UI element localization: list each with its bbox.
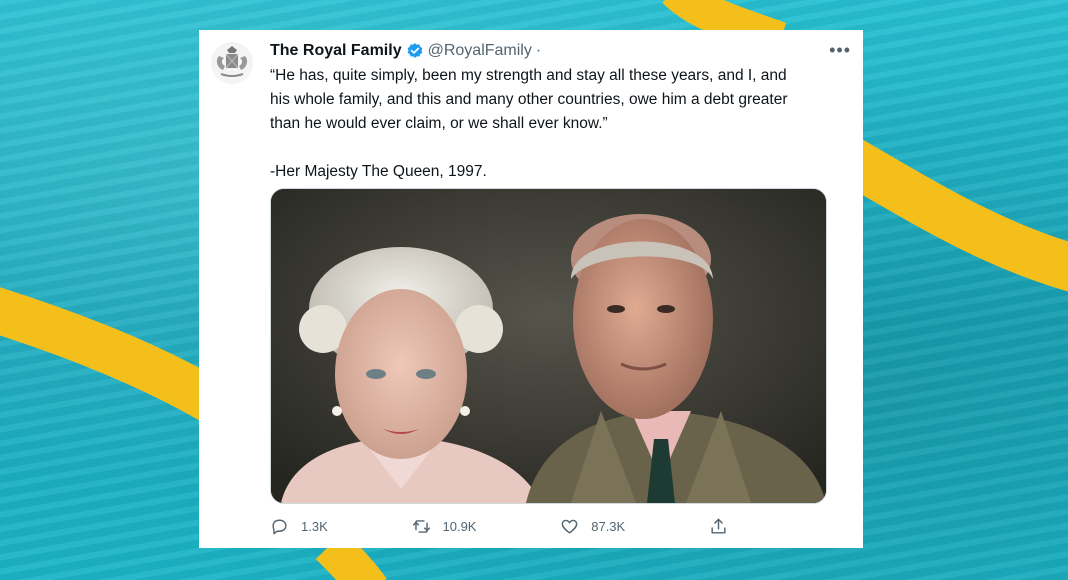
retweet-button[interactable]: 10.9K (412, 517, 477, 536)
avatar[interactable] (211, 42, 253, 84)
verified-badge-icon (406, 42, 424, 60)
royal-crest-icon (211, 42, 253, 84)
reply-count: 1.3K (301, 518, 328, 534)
tweet-header: The Royal Family @RoyalFamily · ••• (270, 40, 851, 62)
tweet-actions: 1.3K 10.9K 87.3K (270, 514, 740, 538)
retweet-count: 10.9K (442, 518, 477, 534)
user-handle[interactable]: @RoyalFamily (428, 42, 532, 60)
display-name[interactable]: The Royal Family (270, 42, 402, 60)
like-button[interactable]: 87.3K (560, 517, 625, 536)
share-button[interactable] (709, 517, 740, 536)
tweet-photo[interactable] (270, 188, 827, 504)
more-horizontal-icon[interactable]: ••• (829, 40, 851, 61)
share-icon (711, 518, 726, 534)
tweet-card[interactable]: The Royal Family @RoyalFamily · ••• “He … (199, 30, 863, 548)
like-count: 87.3K (591, 518, 626, 534)
retweet-icon (412, 519, 430, 533)
reply-icon (272, 518, 287, 534)
reply-button[interactable]: 1.3K (270, 517, 328, 536)
portrait-photo (271, 189, 826, 503)
heart-icon (561, 519, 578, 534)
separator-dot: · (535, 42, 542, 59)
tweet-text: “He has, quite simply, been my strength … (270, 67, 788, 180)
